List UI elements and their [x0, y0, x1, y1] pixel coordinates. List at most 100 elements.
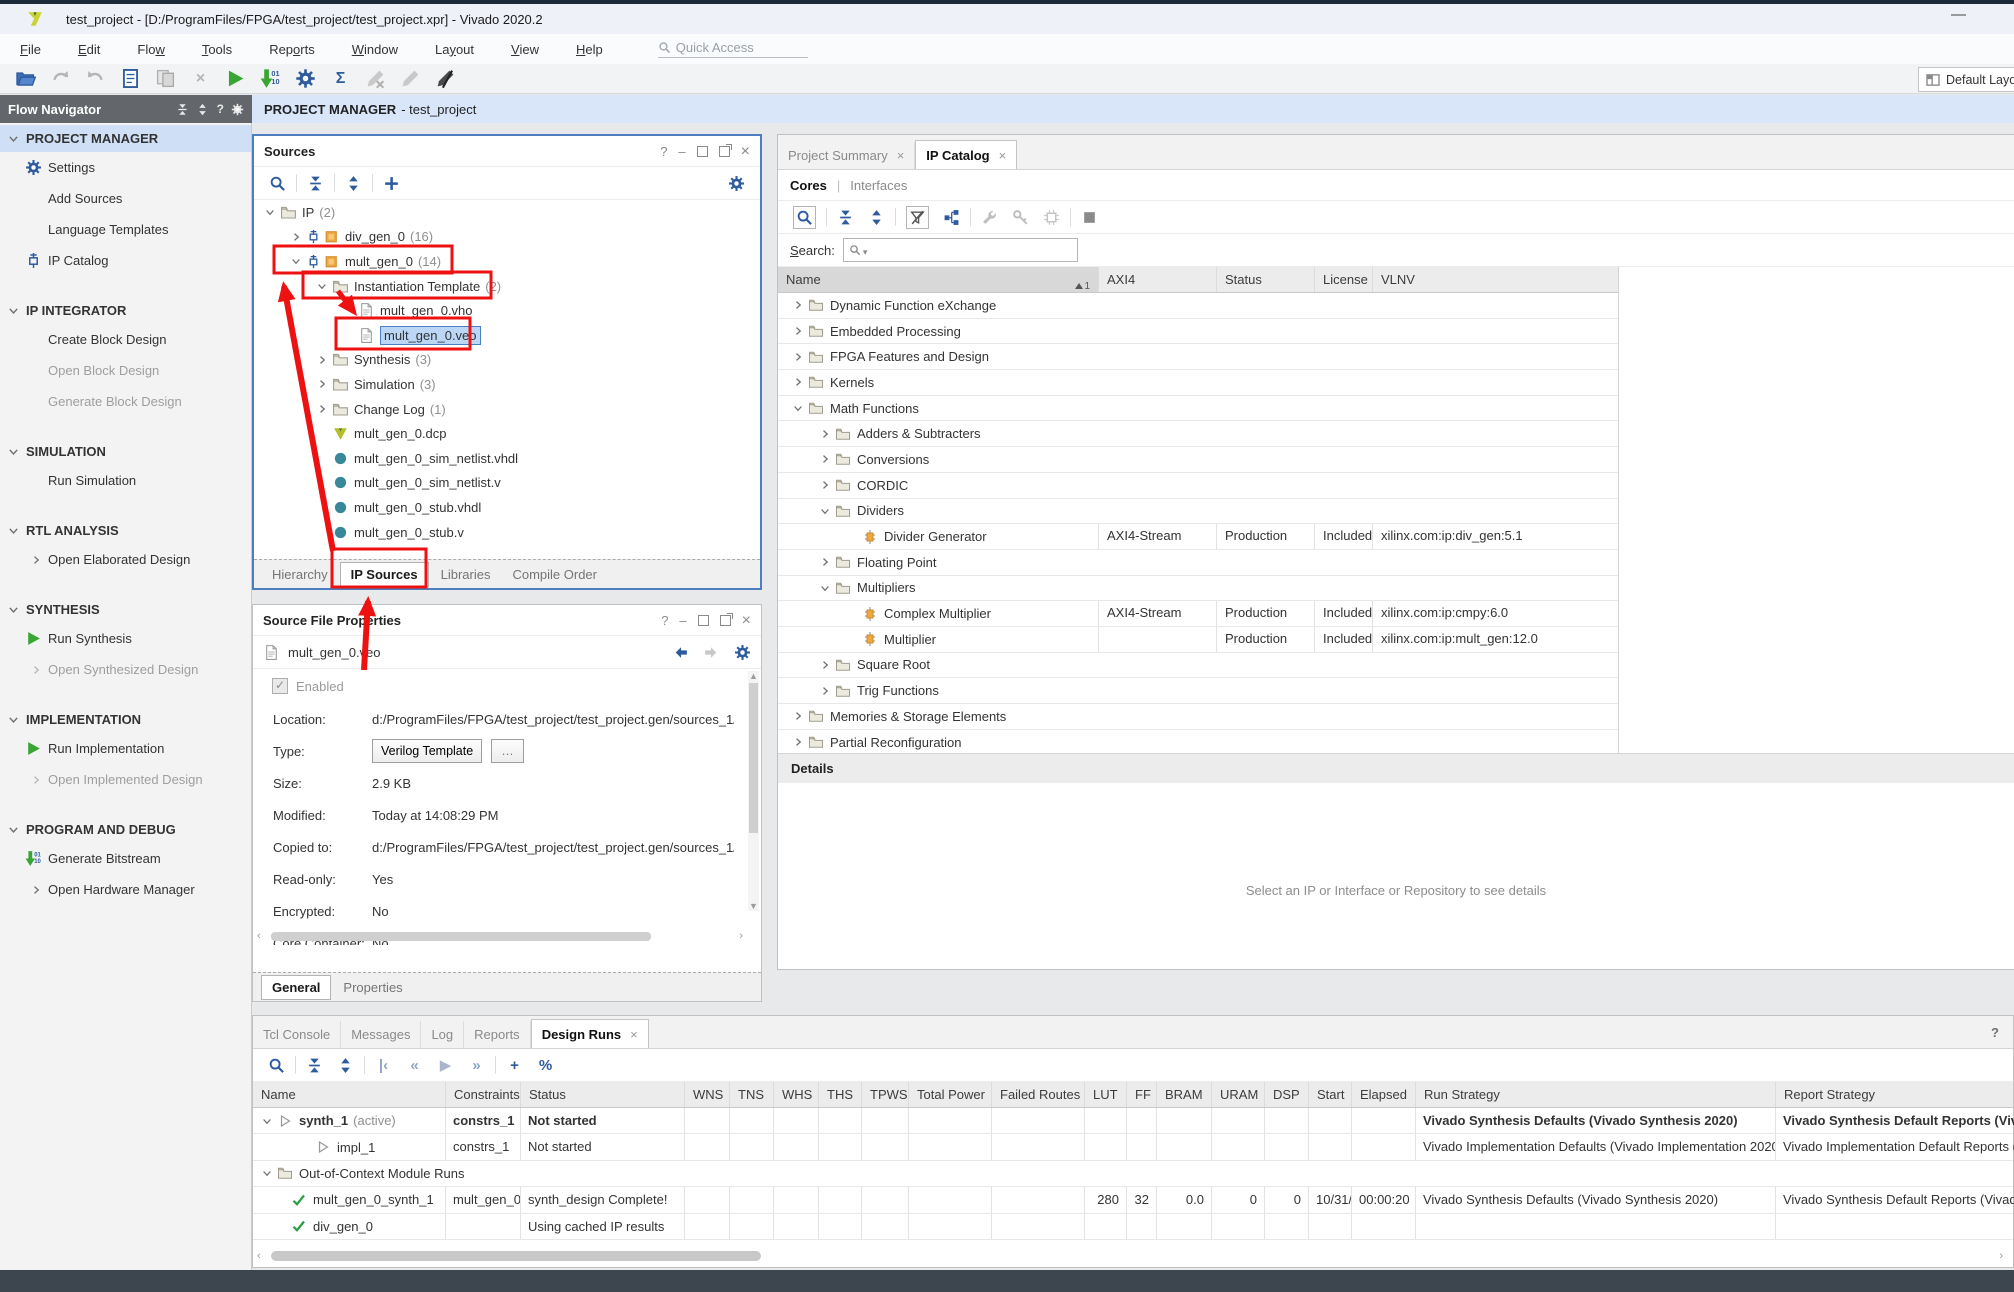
ip-row-floating-point[interactable]: Floating Point — [778, 550, 1618, 576]
expand-all-icon[interactable] — [337, 1057, 354, 1074]
edit-timing-disabled-icon[interactable] — [365, 68, 386, 89]
add-icon[interactable]: + — [504, 1057, 525, 1074]
ip-row-multipliers[interactable]: Multipliers — [778, 576, 1618, 602]
help-icon[interactable]: ? — [1991, 1025, 1999, 1040]
help-icon[interactable]: ? — [660, 144, 667, 159]
column-header-dsp[interactable]: DSP — [1264, 1082, 1308, 1107]
forward-arrow-icon[interactable] — [703, 644, 720, 661]
search-input[interactable]: ▾ — [843, 238, 1078, 262]
run-row-impl-1[interactable]: impl_1constrs_1Not startedVivado Impleme… — [253, 1134, 2013, 1160]
ip-row-partial-reconfiguration[interactable]: Partial Reconfiguration — [778, 730, 1618, 756]
column-header-status[interactable]: Status — [1216, 267, 1314, 292]
menu-layout[interactable]: Layout — [421, 37, 488, 62]
flow-item-generate-block-design[interactable]: Generate Block Design — [0, 386, 251, 417]
enabled-checkbox[interactable]: ✓ — [272, 678, 288, 694]
close-icon[interactable]: × — [741, 147, 750, 156]
flow-item-run-synthesis[interactable]: Run Synthesis — [0, 623, 251, 654]
source-ip[interactable]: IP(2) — [254, 200, 760, 225]
type-button[interactable]: Verilog Template — [372, 739, 482, 763]
flow-item-open-block-design[interactable]: Open Block Design — [0, 355, 251, 386]
column-header-uram[interactable]: URAM — [1211, 1082, 1264, 1107]
search-icon[interactable] — [793, 206, 816, 229]
flow-item-ip-catalog[interactable]: IP Catalog — [0, 245, 251, 276]
column-header-wns[interactable]: WNS — [684, 1082, 729, 1107]
source-mult-gen-0-stub-v[interactable]: mult_gen_0_stub.v — [254, 520, 760, 545]
flow-item-add-sources[interactable]: Add Sources — [0, 183, 251, 214]
step-forward-icon[interactable]: » — [466, 1057, 487, 1074]
flow-item-open-hardware-manager[interactable]: Open Hardware Manager — [0, 874, 251, 905]
float-icon[interactable] — [720, 615, 731, 626]
column-header-bram[interactable]: BRAM — [1156, 1082, 1211, 1107]
source-synthesis[interactable]: Synthesis(3) — [254, 348, 760, 373]
flow-item-create-block-design[interactable]: Create Block Design — [0, 324, 251, 355]
column-header-constraints[interactable]: Constraints — [445, 1082, 520, 1107]
minimize-icon[interactable]: – — [679, 613, 686, 628]
ip-row-fpga-features-and-design[interactable]: FPGA Features and Design — [778, 344, 1618, 370]
flow-item-run-simulation[interactable]: Run Simulation — [0, 465, 251, 496]
menu-file[interactable]: File — [6, 37, 55, 62]
source-simulation[interactable]: Simulation(3) — [254, 372, 760, 397]
column-header-ths[interactable]: THS — [818, 1082, 861, 1107]
float-icon[interactable] — [719, 146, 730, 157]
run-row-div-gen-0[interactable]: div_gen_0Using cached IP results — [253, 1214, 2013, 1240]
wrench-icon[interactable] — [981, 209, 998, 226]
menu-window[interactable]: Window — [338, 37, 412, 62]
ip-row-math-functions[interactable]: Math Functions — [778, 396, 1618, 422]
close-icon[interactable]: × — [742, 616, 751, 625]
properties-tab-general[interactable]: General — [261, 975, 331, 1000]
collapse-all-icon[interactable] — [306, 1057, 323, 1074]
expand-all-icon[interactable] — [868, 209, 885, 226]
menu-reports[interactable]: Reports — [255, 37, 329, 62]
tab-design-runs[interactable]: Design Runs× — [531, 1019, 649, 1048]
flow-section-header-program-and-debug[interactable]: PROGRAM AND DEBUG — [0, 816, 251, 843]
ip-row-divider-generator[interactable]: Divider GeneratorAXI4-StreamProductionIn… — [778, 524, 1618, 550]
maximize-icon[interactable] — [697, 146, 708, 157]
maximize-icon[interactable] — [698, 615, 709, 626]
search-icon[interactable] — [268, 1057, 285, 1074]
tab-project-summary[interactable]: Project Summary× — [778, 142, 915, 169]
collapse-all-icon[interactable] — [307, 175, 324, 192]
subtab-cores[interactable]: Cores — [790, 178, 827, 193]
flow-item-settings[interactable]: Settings — [0, 152, 251, 183]
source-mult-gen-0[interactable]: mult_gen_0(14) — [254, 249, 760, 274]
ip-row-adders-subtracters[interactable]: Adders & Subtracters — [778, 421, 1618, 447]
ip-row-dynamic-function-exchange[interactable]: Dynamic Function eXchange — [778, 293, 1618, 319]
flow-section-header-synthesis[interactable]: SYNTHESIS — [0, 596, 251, 623]
run-row-out-of-context-module-runs[interactable]: Out-of-Context Module Runs — [253, 1161, 2013, 1187]
key-icon[interactable] — [1012, 209, 1029, 226]
tab-log[interactable]: Log — [421, 1021, 464, 1048]
flow-item-language-templates[interactable]: Language Templates — [0, 214, 251, 245]
flow-item-generate-bitstream[interactable]: 0110Generate Bitstream — [0, 843, 251, 874]
tab-tcl-console[interactable]: Tcl Console — [253, 1021, 341, 1048]
menu-view[interactable]: View — [497, 37, 553, 62]
flow-section-header-ip-integrator[interactable]: IP INTEGRATOR — [0, 297, 251, 324]
stop-icon[interactable] — [1081, 209, 1098, 226]
column-header-tpws[interactable]: TPWS — [861, 1082, 908, 1107]
settings-icon[interactable] — [295, 68, 316, 89]
column-header-license[interactable]: License — [1314, 267, 1372, 292]
flow-item-open-elaborated-design[interactable]: Open Elaborated Design — [0, 544, 251, 575]
flow-item-run-implementation[interactable]: Run Implementation — [0, 733, 251, 764]
flow-item-open-synthesized-design[interactable]: Open Synthesized Design — [0, 654, 251, 685]
expand-all-icon[interactable] — [196, 103, 209, 116]
source-mult-gen-0-vho[interactable]: mult_gen_0.vho — [254, 298, 760, 323]
back-arrow-icon[interactable] — [672, 644, 689, 661]
sources-tab-compile-order[interactable]: Compile Order — [502, 563, 607, 586]
flow-section-header-implementation[interactable]: IMPLEMENTATION — [0, 706, 251, 733]
save-file-icon[interactable] — [120, 68, 141, 89]
column-header-elapsed[interactable]: Elapsed — [1351, 1082, 1415, 1107]
sources-tab-hierarchy[interactable]: Hierarchy — [262, 563, 338, 586]
copy-icon[interactable] — [155, 68, 176, 89]
gear-icon[interactable] — [728, 175, 745, 192]
quick-access[interactable]: Quick Access — [658, 40, 808, 58]
flow-section-header-project-manager[interactable]: PROJECT MANAGER — [0, 125, 251, 152]
ip-row-conversions[interactable]: Conversions — [778, 447, 1618, 473]
ip-row-multiplier[interactable]: MultiplierProductionIncludedxilinx.com:i… — [778, 627, 1618, 653]
flow-section-header-simulation[interactable]: SIMULATION — [0, 438, 251, 465]
run-row-mult-gen-0-synth-1[interactable]: mult_gen_0_synth_1mult_gen_0synth_design… — [253, 1187, 2013, 1213]
ip-row-embedded-processing[interactable]: Embedded Processing — [778, 319, 1618, 345]
column-header-tns[interactable]: TNS — [729, 1082, 773, 1107]
sources-tab-libraries[interactable]: Libraries — [431, 563, 501, 586]
menu-help[interactable]: Help — [562, 37, 617, 62]
close-icon[interactable]: × — [999, 148, 1007, 163]
